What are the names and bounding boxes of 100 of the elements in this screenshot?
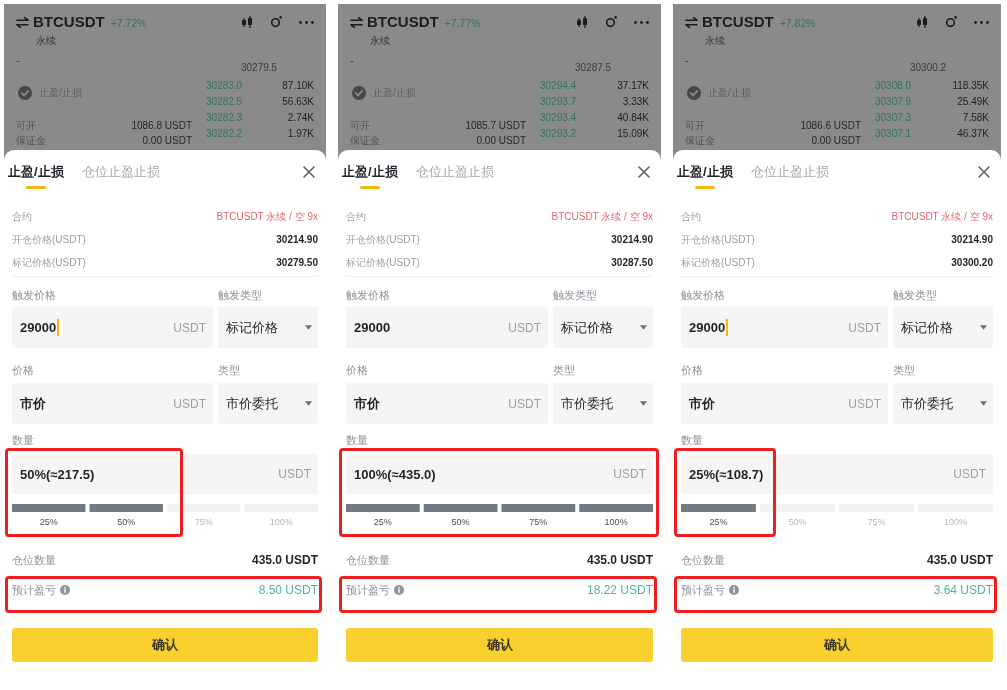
percent-option[interactable]: 50% xyxy=(89,516,163,528)
confirm-button[interactable]: 确认 xyxy=(12,628,318,662)
quantity-slider[interactable]: 25% 50% 75% 100% xyxy=(12,504,318,528)
caret-icon xyxy=(980,325,987,330)
quantity-field[interactable]: 100%(≈435.0) USDT xyxy=(346,454,653,494)
book-price: 30308.0 xyxy=(875,79,912,93)
book-amount: 1.97K xyxy=(287,127,314,141)
quantity-slider[interactable]: 25% 50% 75% 100% xyxy=(346,504,653,528)
percent-option[interactable]: 25% xyxy=(12,516,86,528)
swap-icon[interactable] xyxy=(685,16,698,28)
field-label: 触发价格 xyxy=(12,288,57,303)
field-value: 30214.90 xyxy=(276,233,318,247)
field-label: 触发类型 xyxy=(218,288,263,303)
book-amount: 46.37K xyxy=(957,127,989,141)
info-icon[interactable] xyxy=(394,585,404,595)
percent-option[interactable]: 50% xyxy=(423,516,498,528)
field-label: 类型 xyxy=(218,363,241,378)
quantity-field[interactable]: 50%(≈217.5) USDT xyxy=(12,454,318,494)
percent-option[interactable]: 75% xyxy=(501,516,576,528)
contract-type-label: 永续 xyxy=(36,35,57,47)
info-icon[interactable] xyxy=(729,585,739,595)
percent-option[interactable]: 25% xyxy=(346,516,420,528)
ring-dot-icon[interactable] xyxy=(605,16,617,28)
account-value: 0.00 USDT xyxy=(142,134,192,148)
field-label: 数量 xyxy=(681,433,704,448)
account-value: 1086.6 USDT xyxy=(800,119,861,133)
swap-icon[interactable] xyxy=(16,16,29,28)
ring-dot-icon[interactable] xyxy=(270,16,282,28)
order-type-select[interactable]: 市价委托 xyxy=(553,383,653,424)
price-field[interactable]: 市价 USDT xyxy=(12,383,213,424)
book-amount: 7.58K xyxy=(962,111,989,125)
trigger-type-select[interactable]: 标记价格 xyxy=(893,307,993,348)
field-label: 合约 xyxy=(346,210,366,224)
field-value: 30214.90 xyxy=(611,233,653,247)
field-value: BTCUSDT 永续 / 空 9x xyxy=(551,210,653,224)
book-amount: 56.63K xyxy=(282,95,314,109)
book-amount: 87.10K xyxy=(282,79,314,93)
book-price: 30293.7 xyxy=(540,95,577,109)
field-label: 开仓价格(USDT) xyxy=(681,233,755,247)
candlestick-icon[interactable] xyxy=(576,16,588,28)
check-circle-icon[interactable] xyxy=(18,86,32,100)
trigger-price-field[interactable]: 29000 USDT xyxy=(346,307,548,348)
book-price: 30283.0 xyxy=(206,79,243,93)
price-field[interactable]: 市价 USDT xyxy=(681,383,888,424)
symbol-title[interactable]: BTCUSDT xyxy=(367,11,439,33)
caret-icon xyxy=(640,401,647,406)
more-icon[interactable] xyxy=(974,20,989,24)
unit-label: USDT xyxy=(508,320,541,335)
more-icon[interactable] xyxy=(299,20,314,24)
check-circle-icon[interactable] xyxy=(352,86,366,100)
quantity-slider[interactable]: 25% 50% 75% 100% xyxy=(681,504,993,528)
pnl-value: 18.22 USDT xyxy=(586,582,653,599)
close-button[interactable] xyxy=(638,166,650,178)
tab[interactable]: 止盈/止损 xyxy=(677,160,733,191)
ring-dot-icon[interactable] xyxy=(945,16,957,28)
info-icon[interactable] xyxy=(60,585,70,595)
account-value: 0.00 USDT xyxy=(811,134,861,148)
trigger-price-field[interactable]: 29000 USDT xyxy=(681,307,888,348)
field-label: 仓位数量 xyxy=(681,553,725,568)
candlestick-icon[interactable] xyxy=(916,16,928,28)
field-label: 触发价格 xyxy=(346,288,391,303)
more-icon[interactable] xyxy=(634,20,649,24)
percent-option[interactable]: 100% xyxy=(579,516,653,528)
quantity-field[interactable]: 25%(≈108.7) USDT xyxy=(681,454,993,494)
confirm-button[interactable]: 确认 xyxy=(681,628,993,662)
caret-icon xyxy=(305,325,312,330)
confirm-button[interactable]: 确认 xyxy=(346,628,653,662)
price-field[interactable]: 市价 USDT xyxy=(346,383,548,424)
candlestick-icon[interactable] xyxy=(241,16,253,28)
tab[interactable]: 止盈/止损 xyxy=(8,160,64,191)
trigger-type-select[interactable]: 标记价格 xyxy=(553,307,653,348)
mark-price: 30279.5 xyxy=(240,61,279,75)
tab[interactable]: 止盈/止损 xyxy=(342,160,398,191)
check-circle-icon[interactable] xyxy=(687,86,701,100)
percent-option[interactable]: 25% xyxy=(681,516,756,528)
book-amount: 15.09K xyxy=(617,127,649,141)
unit-label: USDT xyxy=(278,467,311,481)
dash-text: - xyxy=(16,53,21,67)
order-type-select[interactable]: 市价委托 xyxy=(218,383,318,424)
book-amount: 2.74K xyxy=(287,111,314,125)
book-price: 30307.3 xyxy=(875,111,912,125)
account-value: 1086.8 USDT xyxy=(131,119,192,133)
close-button[interactable] xyxy=(978,166,990,178)
symbol-title[interactable]: BTCUSDT xyxy=(702,11,774,33)
close-icon xyxy=(978,166,990,178)
field-value: 30279.50 xyxy=(276,256,318,270)
order-type-select[interactable]: 市价委托 xyxy=(893,383,993,424)
trigger-price-field[interactable]: 29000 USDT xyxy=(12,307,213,348)
symbol-title[interactable]: BTCUSDT xyxy=(33,11,105,33)
swap-icon[interactable] xyxy=(350,16,363,28)
close-icon xyxy=(303,166,315,178)
field-label: 开仓价格(USDT) xyxy=(12,233,86,247)
caret-icon xyxy=(640,325,647,330)
trigger-type-select[interactable]: 标记价格 xyxy=(218,307,318,348)
book-price: 30293.2 xyxy=(540,127,577,141)
unit-label: USDT xyxy=(848,396,881,411)
close-button[interactable] xyxy=(303,166,315,178)
field-label: 数量 xyxy=(12,433,35,448)
field-value: BTCUSDT 永续 / 空 9x xyxy=(216,210,318,224)
field-label: 触发类型 xyxy=(893,288,938,303)
